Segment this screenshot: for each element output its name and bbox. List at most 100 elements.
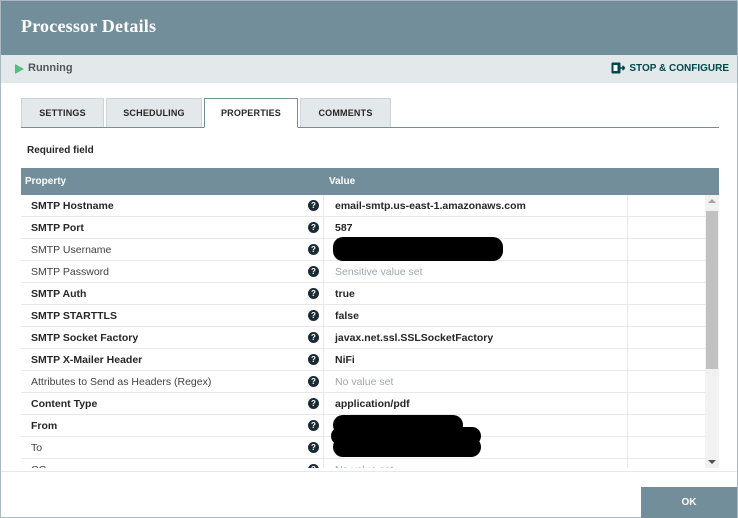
table-row[interactable]: Attributes to Send as Headers (Regex)? No… <box>21 371 705 393</box>
property-name: SMTP X-Mailer Header <box>31 354 143 366</box>
dialog-header: Processor Details <box>1 1 737 55</box>
column-divider <box>323 393 324 415</box>
property-value[interactable]: No value set <box>335 376 393 388</box>
property-name: SMTP Socket Factory <box>31 332 139 344</box>
column-divider <box>627 415 628 437</box>
column-divider <box>627 371 628 393</box>
table-row[interactable]: SMTP Password? Sensitive value set <box>21 261 705 283</box>
column-header-property[interactable]: Property <box>25 176 66 187</box>
property-name: SMTP Auth <box>31 288 87 300</box>
column-divider <box>627 437 628 459</box>
column-divider <box>323 459 324 468</box>
properties-table: Property Value SMTP Hostname? email-smtp.… <box>21 168 719 468</box>
column-divider <box>627 195 628 217</box>
dialog-footer: OK <box>1 471 737 518</box>
scrollbar-thumb[interactable] <box>706 211 718 369</box>
table-header: Property Value <box>21 168 719 195</box>
stop-and-configure-button[interactable]: STOP & CONFIGURE <box>611 62 729 74</box>
property-value[interactable]: 587 <box>335 222 353 234</box>
stop-configure-icon <box>611 62 626 74</box>
help-icon[interactable]: ? <box>308 288 319 299</box>
column-divider <box>323 195 324 217</box>
table-row[interactable]: Content Type? application/pdf <box>21 393 705 415</box>
property-name: Content Type <box>31 398 98 410</box>
table-row[interactable]: SMTP Username? <box>21 237 705 261</box>
table-row[interactable]: SMTP STARTTLS? false <box>21 305 705 327</box>
property-name: SMTP Password <box>31 266 109 278</box>
property-value[interactable]: javax.net.ssl.SSLSocketFactory <box>335 332 493 344</box>
tab-comments[interactable]: COMMENTS <box>300 98 391 127</box>
property-value[interactable]: true <box>335 288 355 300</box>
property-name: CC <box>31 464 46 468</box>
help-icon[interactable]: ? <box>308 200 319 211</box>
property-value[interactable]: No value set <box>335 464 393 468</box>
column-divider <box>323 305 324 327</box>
table-row[interactable]: SMTP Port? 587 <box>21 217 705 239</box>
column-divider <box>627 349 628 371</box>
property-value[interactable]: NiFi <box>335 354 355 366</box>
column-divider <box>627 327 628 349</box>
column-divider <box>323 327 324 349</box>
dialog-title: Processor Details <box>21 16 157 36</box>
help-icon[interactable]: ? <box>308 442 319 453</box>
property-value[interactable]: application/pdf <box>335 398 410 410</box>
tab-scheduling[interactable]: SCHEDULING <box>106 98 202 127</box>
help-icon[interactable]: ? <box>308 398 319 409</box>
table-body: SMTP Hostname? email-smtp.us-east-1.amazo… <box>21 195 705 468</box>
property-name: From <box>31 420 58 432</box>
help-icon[interactable]: ? <box>308 266 319 277</box>
play-icon <box>15 64 24 74</box>
property-name: SMTP Port <box>31 222 84 234</box>
column-divider <box>323 283 324 305</box>
property-name: Attributes to Send as Headers (Regex) <box>31 376 212 388</box>
property-name: SMTP Username <box>31 244 112 256</box>
column-divider <box>323 349 324 371</box>
property-value[interactable]: false <box>335 310 359 322</box>
property-value[interactable]: email-smtp.us-east-1.amazonaws.com <box>335 200 526 212</box>
column-divider <box>627 305 628 327</box>
tab-settings[interactable]: SETTINGS <box>21 98 104 127</box>
required-field-label: Required field <box>27 145 94 156</box>
redacted-value[interactable] <box>333 237 503 261</box>
processor-details-dialog: Processor Details Running STOP & CONFIGU… <box>0 0 738 518</box>
scroll-up-arrow-icon[interactable] <box>708 199 716 203</box>
help-icon[interactable]: ? <box>308 420 319 431</box>
property-name: SMTP Hostname <box>31 200 114 212</box>
table-row[interactable]: SMTP Auth? true <box>21 283 705 305</box>
help-icon[interactable]: ? <box>308 376 319 387</box>
property-value[interactable]: Sensitive value set <box>335 266 423 278</box>
table-row[interactable]: CC? No value set <box>21 459 705 468</box>
column-divider <box>323 217 324 239</box>
help-icon[interactable]: ? <box>308 310 319 321</box>
column-divider <box>627 217 628 239</box>
vertical-scrollbar[interactable] <box>705 195 719 468</box>
tab-bar: SETTINGS SCHEDULING PROPERTIES COMMENTS <box>21 98 719 128</box>
column-divider <box>323 239 324 261</box>
column-divider <box>323 415 324 437</box>
property-name: SMTP STARTTLS <box>31 310 117 322</box>
help-icon[interactable]: ? <box>308 244 319 255</box>
help-icon[interactable]: ? <box>308 464 319 468</box>
help-icon[interactable]: ? <box>308 222 319 233</box>
redacted-value <box>331 427 481 445</box>
column-divider <box>627 459 628 468</box>
tab-properties[interactable]: PROPERTIES <box>204 98 298 128</box>
column-divider <box>627 283 628 305</box>
column-divider <box>627 261 628 283</box>
table-row[interactable]: SMTP Hostname? email-smtp.us-east-1.amazo… <box>21 195 705 217</box>
status-label: Running <box>28 62 73 74</box>
table-row[interactable]: SMTP X-Mailer Header? NiFi <box>21 349 705 371</box>
column-divider <box>323 371 324 393</box>
column-header-value[interactable]: Value <box>329 176 355 187</box>
column-divider <box>323 437 324 459</box>
help-icon[interactable]: ? <box>308 354 319 365</box>
status-bar: Running STOP & CONFIGURE <box>1 55 737 83</box>
column-divider <box>627 239 628 261</box>
ok-button[interactable]: OK <box>641 487 737 518</box>
scroll-down-arrow-icon[interactable] <box>708 460 716 464</box>
column-divider <box>323 261 324 283</box>
help-icon[interactable]: ? <box>308 332 319 343</box>
column-divider <box>627 393 628 415</box>
table-row[interactable]: SMTP Socket Factory? javax.net.ssl.SSLSoc… <box>21 327 705 349</box>
stop-and-configure-label: STOP & CONFIGURE <box>629 62 729 74</box>
